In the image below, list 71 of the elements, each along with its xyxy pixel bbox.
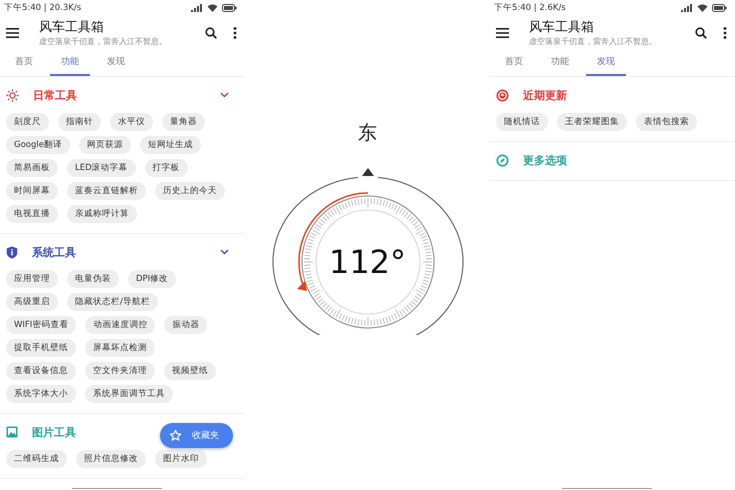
tool-chip[interactable]: 打字板	[144, 159, 188, 177]
wifi-icon	[207, 4, 218, 12]
menu-icon[interactable]	[6, 28, 19, 38]
section-title: 更多选项	[523, 152, 567, 168]
signal-icon	[191, 4, 203, 12]
tool-chip[interactable]: 简易画板	[6, 159, 58, 177]
tool-chip[interactable]: LED滚动字幕	[67, 159, 136, 177]
tool-chip[interactable]: WIFI密码查看	[6, 316, 76, 334]
wifi-icon	[697, 4, 708, 12]
section-title: 系统工具	[32, 244, 76, 260]
tool-chip[interactable]: 屏幕坏点检测	[85, 339, 155, 357]
more-icon[interactable]	[723, 27, 727, 39]
tab[interactable]: 首页	[4, 50, 44, 76]
app-subtitle: 虚空落泉千仞直，雷奔入江不暂息。	[529, 36, 658, 46]
tool-chip[interactable]: 指南针	[58, 113, 101, 131]
menu-icon[interactable]	[496, 28, 509, 38]
tool-chip[interactable]: 视频壁纸	[164, 362, 216, 380]
battery-icon	[222, 4, 237, 12]
tool-chip[interactable]: 提取手机壁纸	[6, 339, 76, 357]
tool-chip[interactable]: DPI修改	[128, 270, 176, 288]
direction-label: 东	[358, 121, 377, 146]
tool-chip[interactable]: 隐藏状态栏/导航栏	[67, 293, 158, 311]
chevron-down-icon[interactable]	[220, 92, 229, 98]
section-title: 近期更新	[523, 88, 567, 102]
favorites-button[interactable]: 收藏夹	[160, 423, 233, 448]
more-icon[interactable]	[233, 27, 237, 39]
tool-chip[interactable]: 系统界面调节工具	[85, 385, 173, 403]
status-time: 下午5:40 | 2.6K/s	[494, 2, 566, 14]
tool-chip[interactable]: 空文件夹清理	[85, 362, 155, 380]
status-time: 下午5:40 | 20.3K/s	[4, 2, 82, 14]
tool-chip[interactable]: 照片信息修改	[76, 450, 146, 468]
tool-chip[interactable]: Google翻译	[6, 136, 70, 154]
section-title: 图片工具	[32, 424, 76, 440]
tool-chip[interactable]: 量角器	[162, 113, 205, 131]
tool-chip[interactable]: 刻度尺	[6, 113, 49, 131]
tool-chip[interactable]: 亲戚称呼计算	[67, 205, 137, 223]
star-icon	[169, 429, 182, 442]
tool-chip[interactable]: 振动器	[164, 316, 208, 334]
tool-chip[interactable]: 高级重启	[6, 293, 58, 311]
tool-chip[interactable]: 电视直播	[6, 205, 58, 223]
app-title: 风车工具箱	[39, 20, 105, 36]
tab[interactable]: 发现	[96, 50, 136, 76]
app-subtitle: 虚空落泉千仞直，雷奔入江不暂息。	[39, 36, 168, 46]
tool-chip[interactable]: 动画速度调控	[85, 316, 156, 334]
tab[interactable]: 首页	[494, 50, 534, 76]
tool-chip[interactable]: 电量伪装	[67, 270, 119, 288]
tab[interactable]: 功能	[50, 50, 90, 76]
tool-chip[interactable]: 水平仪	[110, 113, 153, 131]
tool-chip[interactable]: 网页获源	[78, 136, 131, 154]
tab[interactable]: 功能	[540, 50, 580, 76]
section-title: 日常工具	[33, 88, 77, 102]
tool-chip[interactable]: 短网址生成	[140, 136, 201, 154]
heading-readout: 112°	[328, 243, 408, 281]
tool-chip[interactable]: 图片水印	[155, 450, 207, 468]
search-icon[interactable]	[205, 27, 217, 39]
tool-chip[interactable]: 查看设备信息	[6, 362, 76, 380]
search-icon[interactable]	[695, 27, 707, 39]
tool-chip[interactable]: 蓝奏云直链解析	[67, 182, 146, 200]
battery-icon	[712, 4, 727, 12]
tool-chip[interactable]: 时间屏幕	[6, 182, 58, 200]
tool-chip[interactable]: 王者荣耀图集	[557, 113, 627, 131]
tool-chip[interactable]: 表情包搜索	[636, 113, 697, 131]
app-title: 风车工具箱	[529, 20, 595, 36]
tab[interactable]: 发现	[586, 50, 626, 76]
tool-chip[interactable]: 系统字体大小	[6, 385, 76, 403]
signal-icon	[681, 4, 693, 12]
tool-chip[interactable]: 应用管理	[6, 270, 58, 288]
chevron-down-icon[interactable]	[220, 249, 229, 255]
tool-chip[interactable]: 随机情话	[496, 113, 548, 131]
tool-chip[interactable]: 二维码生成	[6, 450, 67, 468]
tool-chip[interactable]: 历史上的今天	[155, 182, 225, 200]
